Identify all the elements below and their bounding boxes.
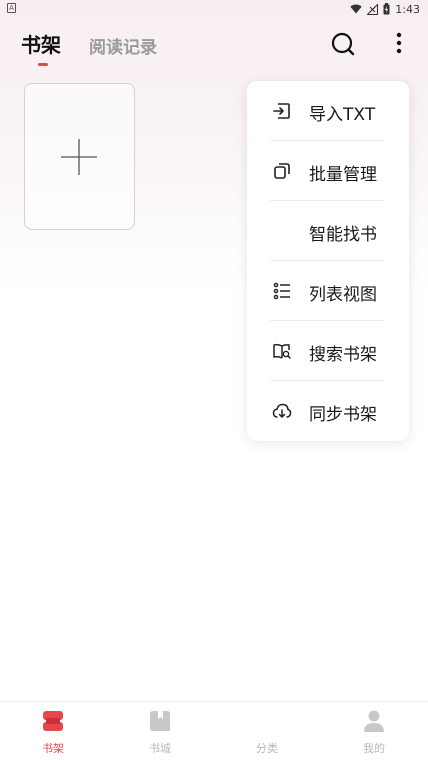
menu-item-batch-manage[interactable]: 批量管理 bbox=[247, 141, 409, 201]
add-book-card[interactable] bbox=[24, 83, 135, 230]
status-time: 1:43 bbox=[395, 2, 420, 16]
menu-item-sync-shelf[interactable]: 同步书架 bbox=[247, 381, 409, 441]
menu-item-label: 同步书架 bbox=[309, 405, 377, 425]
popup-menu: 导入TXT 批量管理 智能找书 列表视图 搜索书架 同步书架 bbox=[247, 81, 409, 441]
more-button[interactable] bbox=[391, 31, 407, 57]
book-search-icon bbox=[273, 343, 291, 359]
menu-item-label: 导入TXT bbox=[309, 105, 376, 125]
status-bar: A 1:43 bbox=[0, 0, 428, 18]
list-icon bbox=[273, 282, 290, 300]
nav-item-book-store[interactable]: 书城 bbox=[125, 702, 195, 760]
nav-item-profile[interactable]: 我的 bbox=[339, 702, 409, 760]
menu-item-search-shelf[interactable]: 搜索书架 bbox=[247, 321, 409, 381]
nav-item-shelf[interactable]: 书架 bbox=[18, 702, 88, 760]
shelf-icon bbox=[43, 711, 63, 731]
cloud-download-icon bbox=[272, 403, 292, 418]
copy-icon bbox=[274, 163, 290, 179]
bottom-nav: 书架 书城 分类 我的 bbox=[0, 701, 428, 760]
tab-reading-history[interactable]: 阅读记录 bbox=[89, 33, 157, 58]
menu-item-label: 列表视图 bbox=[309, 285, 377, 305]
menu-item-label: 批量管理 bbox=[309, 165, 377, 185]
nav-label: 分类 bbox=[256, 742, 278, 755]
book-store-icon bbox=[150, 711, 170, 731]
import-icon bbox=[273, 103, 290, 119]
menu-item-label: 智能找书 bbox=[309, 225, 377, 245]
nav-label: 书架 bbox=[42, 742, 64, 755]
search-button[interactable] bbox=[330, 31, 356, 57]
search-icon bbox=[331, 32, 355, 56]
nav-label: 书城 bbox=[149, 742, 171, 755]
menu-item-list-view[interactable]: 列表视图 bbox=[247, 261, 409, 321]
plus-icon bbox=[61, 139, 97, 175]
menu-item-import-txt[interactable]: 导入TXT bbox=[247, 81, 409, 141]
menu-item-smart-find-book[interactable]: 智能找书 bbox=[247, 201, 409, 261]
battery-charging-icon bbox=[383, 3, 390, 15]
person-icon bbox=[364, 710, 384, 732]
tab-shelf[interactable]: 书架 bbox=[21, 29, 61, 58]
notification-icon: A bbox=[7, 3, 16, 13]
nav-label: 我的 bbox=[363, 742, 385, 755]
active-tab-indicator bbox=[38, 63, 48, 66]
menu-item-label: 搜索书架 bbox=[309, 345, 377, 365]
nav-item-category[interactable]: 分类 bbox=[232, 702, 302, 760]
wifi-icon bbox=[350, 4, 362, 14]
more-vertical-icon bbox=[396, 32, 402, 54]
status-icons: 1:43 bbox=[350, 2, 420, 16]
signal-icon bbox=[367, 3, 379, 15]
